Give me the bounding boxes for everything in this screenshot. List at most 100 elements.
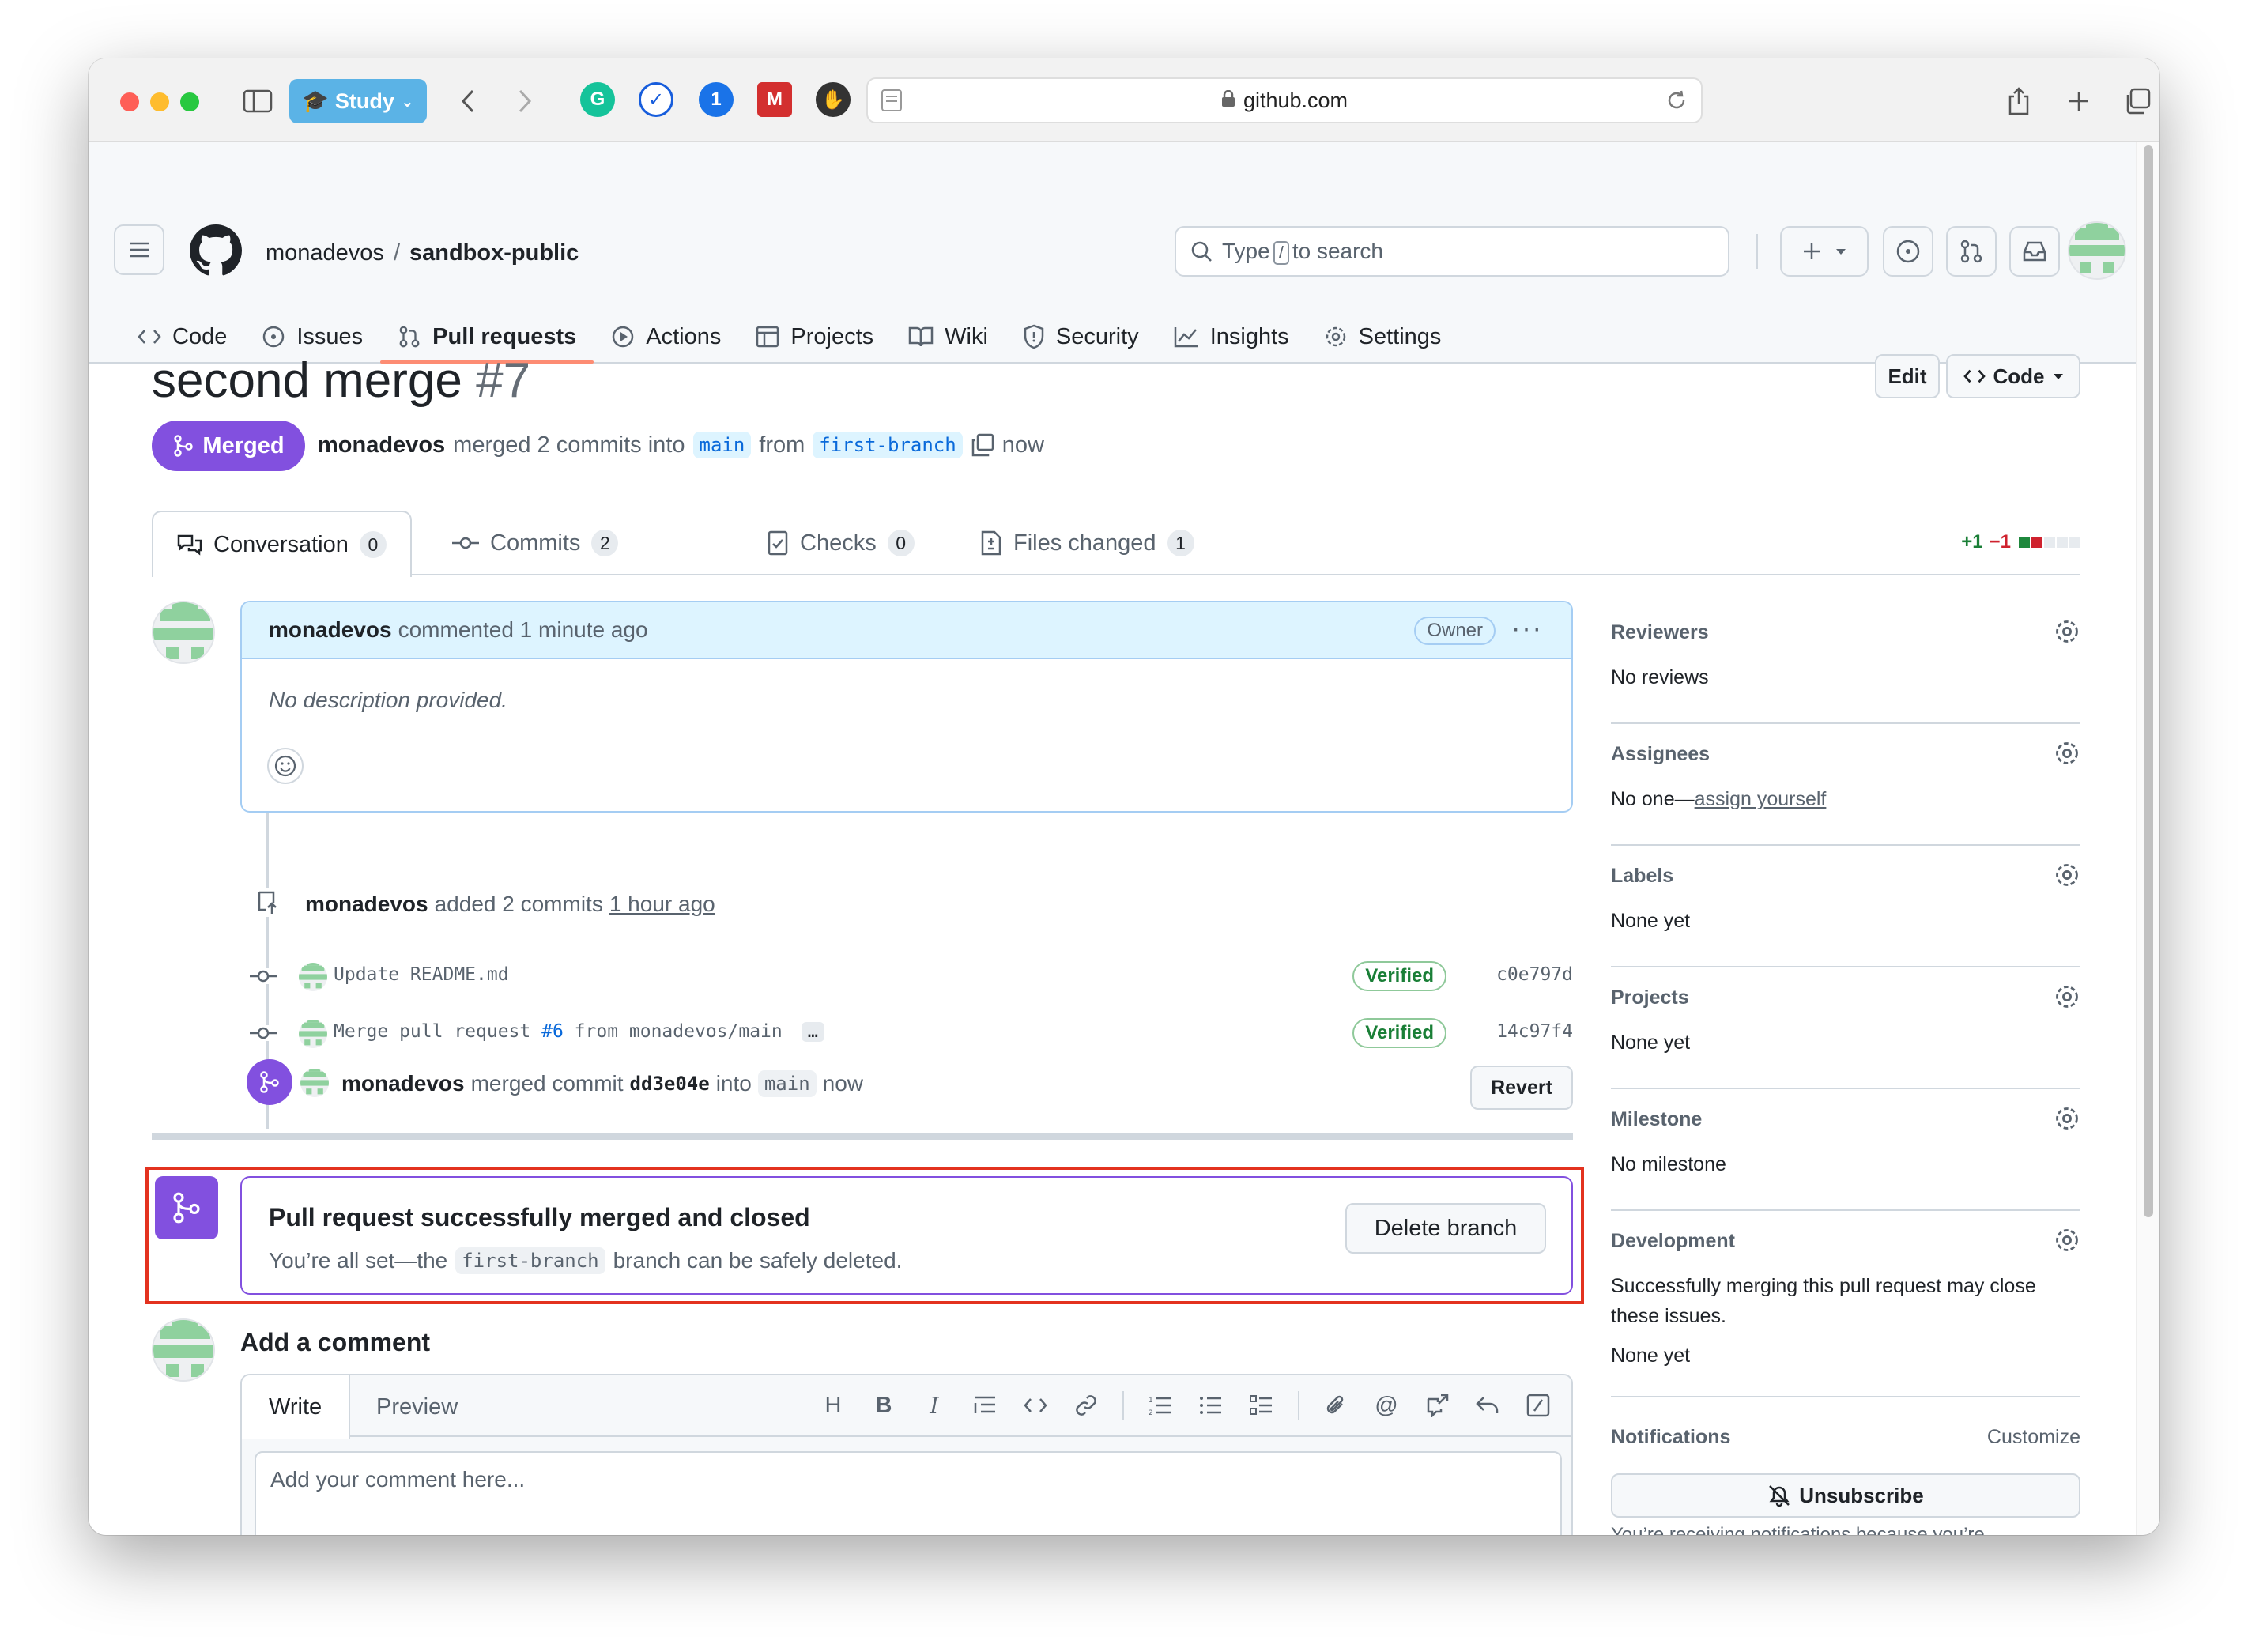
- onepassword-extension-icon[interactable]: 1: [699, 82, 734, 117]
- search-input[interactable]: Type / to search: [1175, 226, 1729, 277]
- scrollbar-thumb[interactable]: [2144, 145, 2153, 1217]
- gear-icon[interactable]: [2054, 618, 2080, 649]
- back-icon[interactable]: [449, 79, 487, 123]
- new-tab-icon[interactable]: [2060, 79, 2098, 123]
- user-avatar[interactable]: [2068, 221, 2126, 280]
- repo-name-link[interactable]: sandbox-public: [409, 240, 579, 266]
- mendeley-extension-icon[interactable]: M: [757, 82, 792, 117]
- heading-icon[interactable]: H: [819, 1388, 847, 1423]
- code-icon[interactable]: [1021, 1388, 1050, 1423]
- expand-commit-button[interactable]: …: [801, 1022, 825, 1042]
- copy-icon[interactable]: [971, 433, 994, 457]
- bold-icon[interactable]: B: [869, 1388, 898, 1423]
- commit-sha-link[interactable]: 14c97f4: [1496, 1021, 1573, 1042]
- create-new-button[interactable]: [1780, 226, 1869, 277]
- nav-settings[interactable]: Settings: [1307, 310, 1459, 364]
- commit-message-link[interactable]: Update README.md: [334, 964, 509, 985]
- paperclip-icon[interactable]: [1322, 1388, 1350, 1423]
- slash-command-icon[interactable]: [1524, 1388, 1552, 1423]
- tab-write[interactable]: Write: [242, 1375, 351, 1439]
- tab-conversation[interactable]: Conversation 0: [152, 511, 412, 577]
- base-branch-link[interactable]: main: [757, 1070, 817, 1097]
- comment-timestamp: commented 1 minute ago: [398, 617, 648, 642]
- privacy-extension-icon[interactable]: ✋: [816, 82, 851, 117]
- add-reaction-button[interactable]: [267, 748, 304, 784]
- customize-notifications-link[interactable]: Customize: [1987, 1426, 2080, 1449]
- link-icon[interactable]: [1072, 1388, 1100, 1423]
- inbox-button[interactable]: [2009, 226, 2060, 277]
- tab-preview[interactable]: Preview: [376, 1375, 458, 1439]
- repo-owner-link[interactable]: monadevos: [266, 240, 384, 266]
- nav-security[interactable]: Security: [1005, 310, 1156, 364]
- address-bar[interactable]: github.com: [866, 77, 1703, 123]
- commit-row[interactable]: Merge pull request #6 from monadevos/mai…: [240, 1015, 1573, 1054]
- nav-projects[interactable]: Projects: [738, 310, 891, 364]
- close-window-button[interactable]: [120, 92, 139, 111]
- sidebar-toggle-icon[interactable]: [239, 79, 277, 123]
- tab-files-changed[interactable]: Files changed 1: [980, 511, 1194, 575]
- task-list-icon[interactable]: [1247, 1388, 1276, 1423]
- reader-icon[interactable]: [881, 89, 903, 118]
- pr-reference-link[interactable]: #6: [541, 1021, 564, 1042]
- kebab-menu-icon[interactable]: ···: [1511, 613, 1543, 644]
- gear-icon[interactable]: [2054, 740, 2080, 771]
- tab-overview-icon[interactable]: [2118, 79, 2156, 123]
- commit-message-link[interactable]: Merge pull request #6 from monadevos/mai…: [334, 1021, 825, 1042]
- gear-icon[interactable]: [2054, 983, 2080, 1014]
- pull-requests-button[interactable]: [1946, 226, 1997, 277]
- edit-title-button[interactable]: Edit: [1875, 354, 1940, 398]
- mention-icon[interactable]: @: [1372, 1388, 1401, 1423]
- nav-insights[interactable]: Insights: [1156, 310, 1307, 364]
- code-dropdown-button[interactable]: Code: [1946, 354, 2080, 398]
- issues-button[interactable]: [1883, 226, 1933, 277]
- minimize-window-button[interactable]: [150, 92, 169, 111]
- tab-group-button[interactable]: 🎓 Study ⌄: [289, 79, 427, 123]
- avatar[interactable]: [299, 1020, 327, 1048]
- nav-wiki[interactable]: Wiki: [891, 310, 1005, 364]
- assign-yourself-link[interactable]: assign yourself: [1695, 788, 1827, 810]
- unordered-list-icon[interactable]: [1197, 1388, 1225, 1423]
- share-icon[interactable]: [2000, 79, 2038, 123]
- event-author-link[interactable]: monadevos: [305, 892, 428, 917]
- avatar[interactable]: [299, 963, 327, 991]
- event-time-link[interactable]: 1 hour ago: [609, 892, 715, 917]
- commit-sha-link[interactable]: c0e797d: [1496, 964, 1573, 985]
- bitwarden-extension-icon[interactable]: ✓: [639, 82, 673, 117]
- reply-icon[interactable]: [1473, 1388, 1502, 1423]
- gear-icon[interactable]: [2054, 862, 2080, 892]
- revert-button[interactable]: Revert: [1470, 1066, 1573, 1110]
- merge-commit-sha-link[interactable]: dd3e04e: [630, 1073, 710, 1095]
- event-author-link[interactable]: monadevos: [341, 1071, 465, 1096]
- tab-commits[interactable]: Commits 2: [452, 511, 619, 575]
- github-logo-icon[interactable]: [190, 224, 242, 281]
- verified-badge[interactable]: Verified: [1352, 1018, 1446, 1048]
- commit-row[interactable]: Update README.md Verified c0e797d: [240, 958, 1573, 998]
- page-scrollbar[interactable]: [2136, 142, 2159, 1535]
- owner-badge: Owner: [1414, 617, 1496, 645]
- delete-branch-button[interactable]: Delete branch: [1345, 1203, 1546, 1254]
- comment-author-link[interactable]: monadevos: [269, 617, 392, 643]
- zoom-window-button[interactable]: [180, 92, 199, 111]
- reload-icon[interactable]: [1665, 89, 1688, 118]
- avatar[interactable]: [300, 1069, 329, 1097]
- verified-badge[interactable]: Verified: [1352, 961, 1446, 991]
- quote-icon[interactable]: [971, 1388, 999, 1423]
- comment-textarea[interactable]: Add your comment here...: [255, 1451, 1562, 1535]
- gear-icon[interactable]: [2054, 1227, 2080, 1258]
- hamburger-menu-button[interactable]: [114, 224, 164, 275]
- gear-icon[interactable]: [2054, 1105, 2080, 1136]
- head-branch-link[interactable]: first-branch: [813, 432, 963, 458]
- forward-icon[interactable]: [506, 79, 544, 123]
- nav-actions[interactable]: Actions: [594, 310, 738, 364]
- cross-reference-icon[interactable]: [1423, 1388, 1451, 1423]
- base-branch-link[interactable]: main: [692, 432, 752, 458]
- head-branch-link[interactable]: first-branch: [455, 1247, 605, 1274]
- avatar[interactable]: [152, 601, 215, 664]
- ordered-list-icon[interactable]: 12: [1146, 1388, 1175, 1423]
- tab-checks[interactable]: Checks 0: [767, 511, 915, 575]
- grammarly-extension-icon[interactable]: G: [580, 82, 615, 117]
- pr-author-link[interactable]: monadevos: [318, 432, 445, 458]
- italic-icon[interactable]: I: [920, 1388, 949, 1423]
- unsubscribe-button[interactable]: Unsubscribe: [1611, 1473, 2080, 1518]
- avatar[interactable]: [152, 1318, 215, 1382]
